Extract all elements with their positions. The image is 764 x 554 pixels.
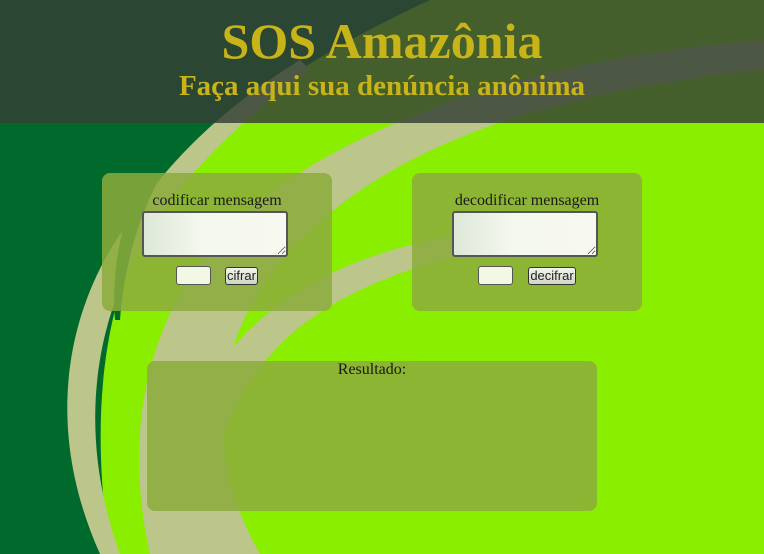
decode-label: decodificar mensagem	[454, 192, 600, 209]
decode-key-input[interactable]	[478, 266, 513, 285]
decode-message-input[interactable]	[452, 211, 598, 257]
encrypt-button[interactable]: cifrar	[225, 267, 258, 285]
decrypt-button[interactable]: decifrar	[528, 267, 576, 285]
page-subtitle: Faça aqui sua denúncia anônima	[178, 70, 586, 102]
result-label: Resultado:	[337, 361, 407, 378]
encode-label: codificar mensagem	[152, 192, 282, 209]
encode-message-input[interactable]	[142, 211, 288, 257]
page-title: SOS Amazônia	[221, 13, 543, 69]
decode-panel: decodificar mensagem decifrar	[412, 173, 642, 311]
result-panel: Resultado:	[147, 361, 597, 511]
encode-panel: codificar mensagem cifrar	[102, 173, 332, 311]
page-header: SOS Amazônia Faça aqui sua denúncia anôn…	[0, 0, 764, 123]
encode-key-input[interactable]	[176, 266, 211, 285]
